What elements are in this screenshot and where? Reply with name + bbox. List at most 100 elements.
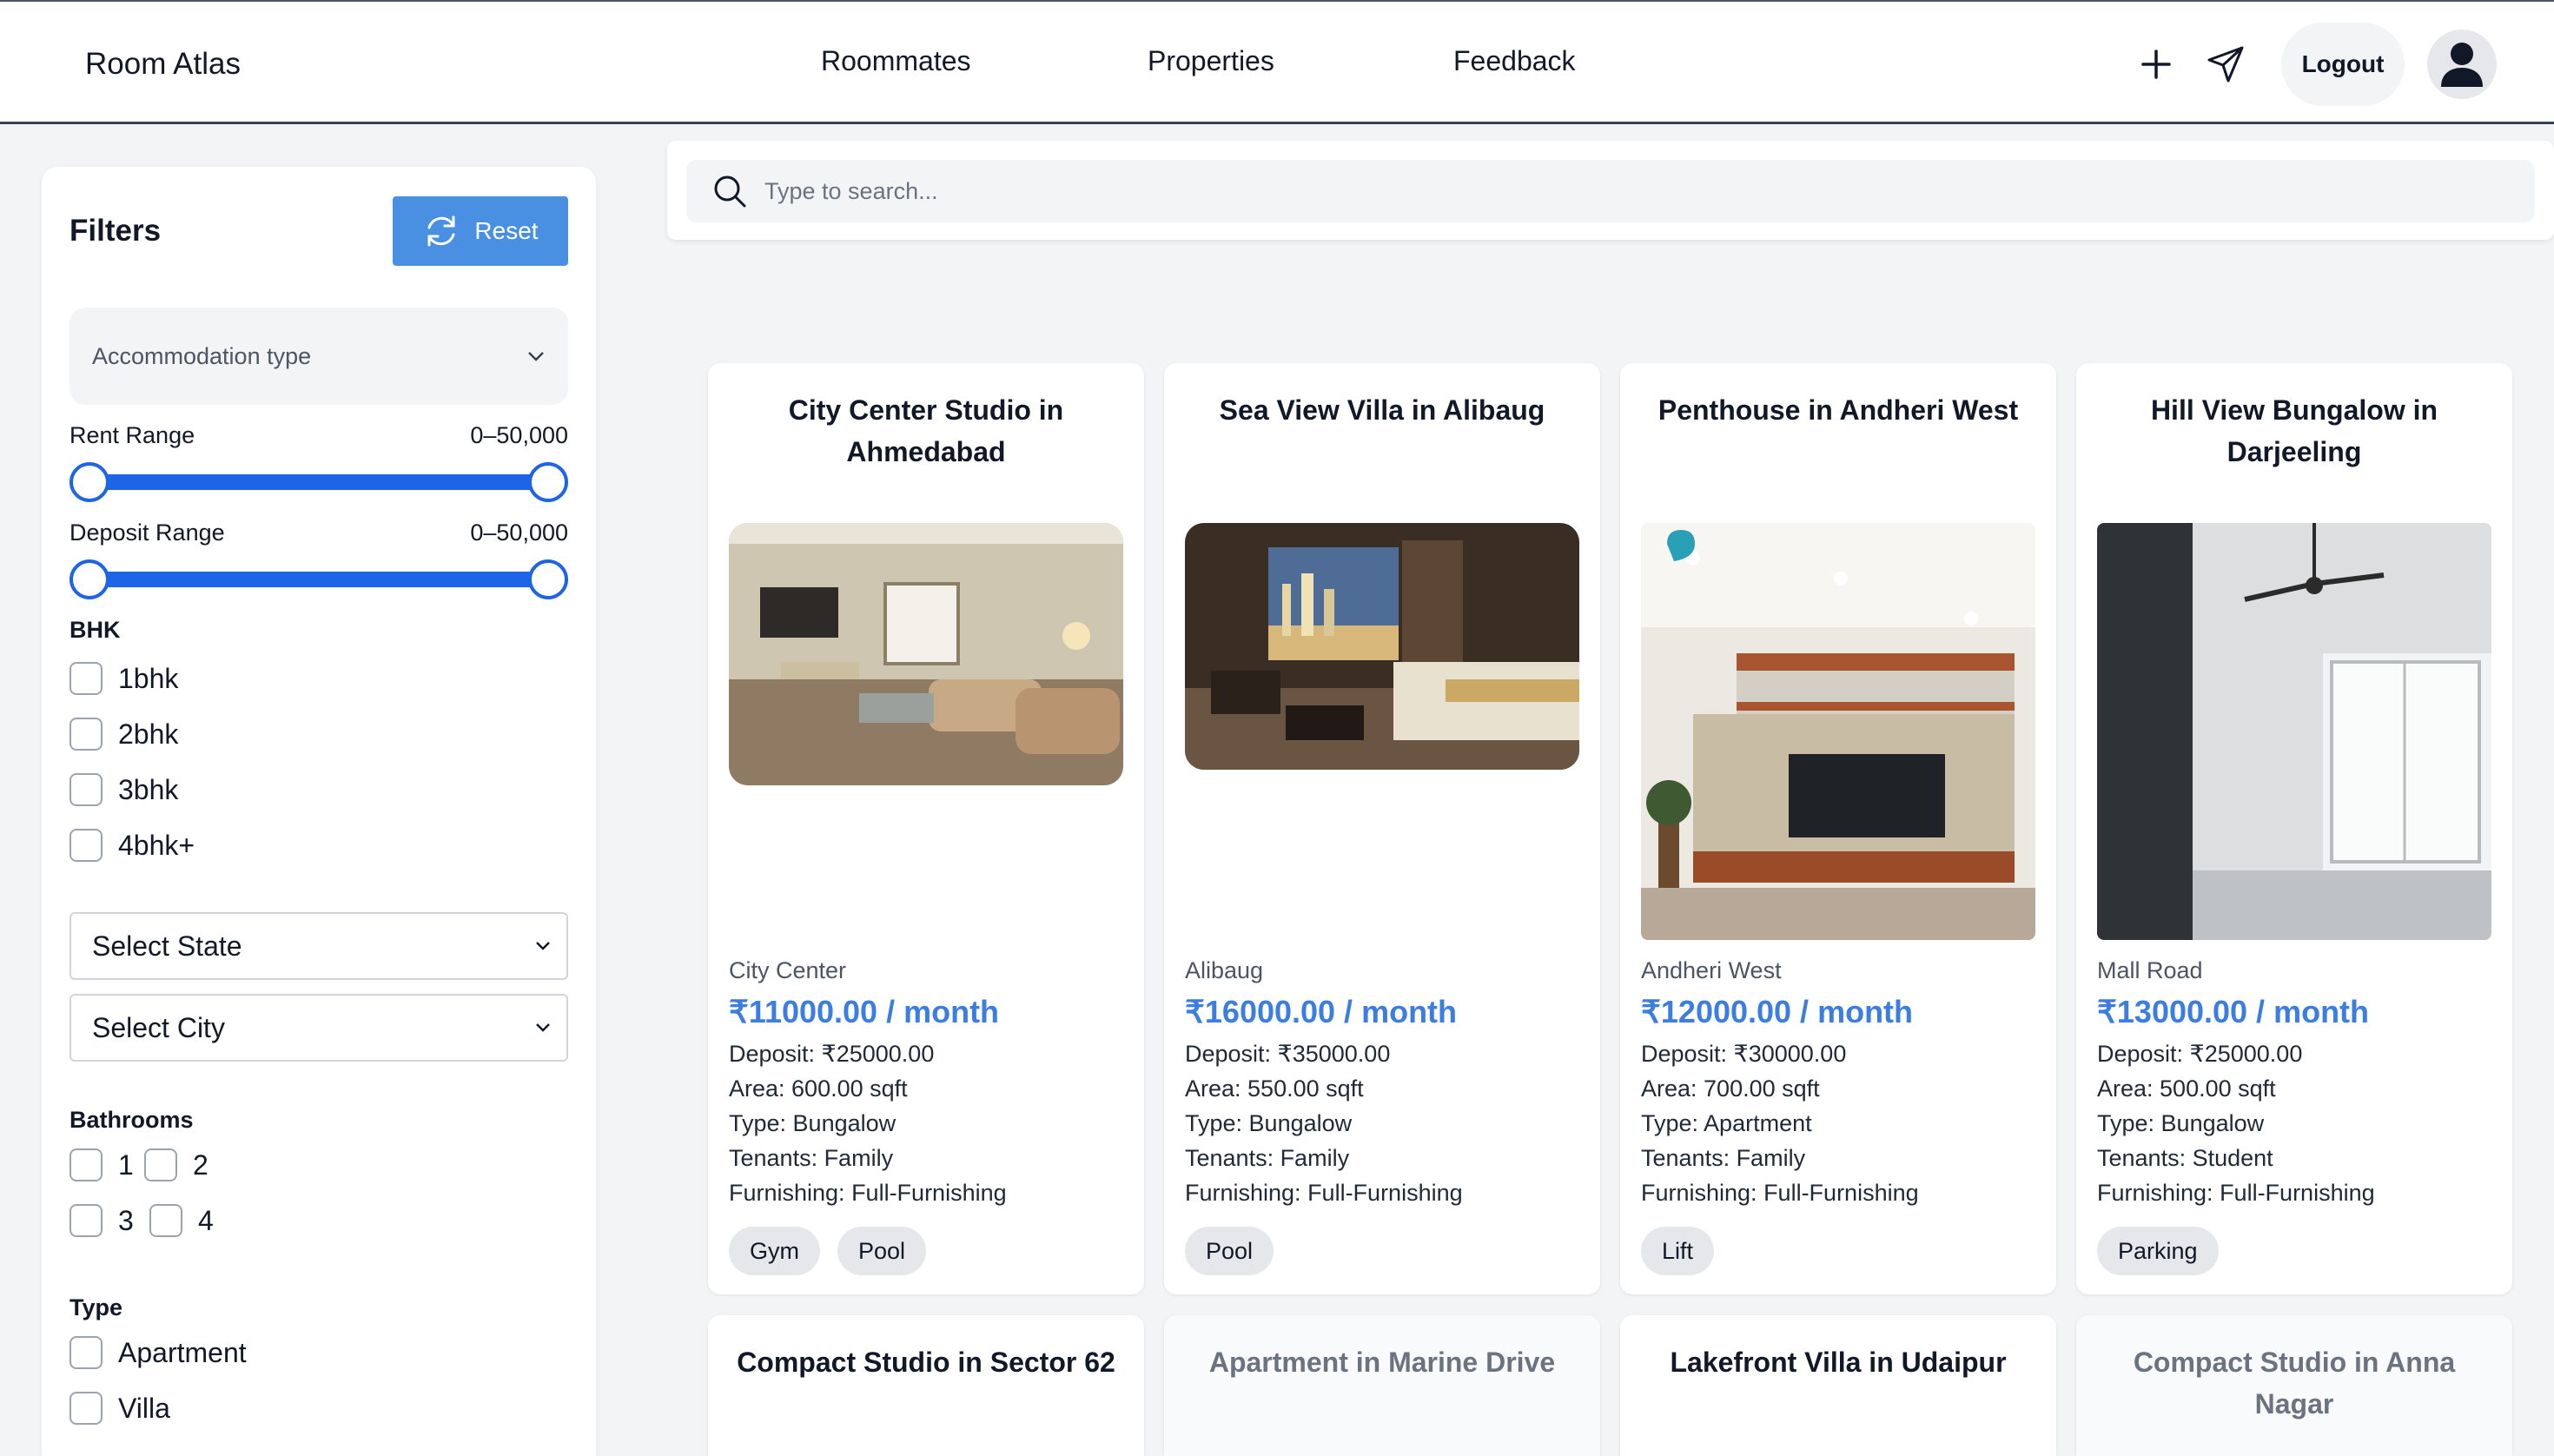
listing-card[interactable]: City Center Studio in Ahmedabad City Cen… xyxy=(708,363,1144,1294)
rent-range-value: 0–50,000 xyxy=(470,422,568,448)
listing-area: Area: 700.00 sqft xyxy=(1641,1075,1820,1102)
search-field[interactable] xyxy=(686,160,2535,222)
listing-furnishing: Furnishing: Full-Furnishing xyxy=(2097,1180,2375,1206)
listing-deposit: Deposit: ₹25000.00 xyxy=(2097,1041,2303,1067)
listing-card[interactable]: Hill View Bungalow in Darjeeling Mall Ro… xyxy=(2076,363,2512,1294)
user-avatar[interactable] xyxy=(2427,30,2497,99)
amenity-tags: Lift xyxy=(1641,1227,1715,1275)
search-input[interactable] xyxy=(764,177,2415,205)
nav-properties[interactable]: Properties xyxy=(1148,45,1274,77)
listing-furnishing: Furnishing: Full-Furnishing xyxy=(1185,1180,1463,1206)
deposit-range-label: Deposit Range xyxy=(69,520,225,546)
bhk-option-1[interactable]: 1bhk xyxy=(69,662,178,695)
deposit-min-thumb[interactable] xyxy=(69,559,109,599)
checkbox[interactable] xyxy=(69,662,103,695)
brand-logo[interactable]: Room Atlas xyxy=(85,47,241,82)
amenity-tag: Parking xyxy=(2097,1227,2219,1275)
bathroom-option-4[interactable]: 4 xyxy=(149,1204,214,1237)
top-navbar: Room Atlas Roommates Properties Feedback… xyxy=(0,0,2554,124)
bathroom-option-2[interactable]: 2 xyxy=(144,1148,208,1181)
deposit-range-value: 0–50,000 xyxy=(470,520,568,546)
checkbox[interactable] xyxy=(69,1204,103,1237)
bhk-option-2[interactable]: 2bhk xyxy=(69,718,178,751)
listing-location: Alibaug xyxy=(1185,957,1264,983)
rent-range-label: Rent Range xyxy=(69,422,195,448)
nav-feedback[interactable]: Feedback xyxy=(1453,45,1576,77)
checkbox[interactable] xyxy=(69,1336,103,1369)
reset-button[interactable]: Reset xyxy=(393,196,568,266)
listing-card[interactable]: Compact Studio in Sector 62 xyxy=(708,1315,1144,1456)
checkbox[interactable] xyxy=(69,829,103,862)
checkbox[interactable] xyxy=(149,1204,182,1237)
bathroom-option-1[interactable]: 1 xyxy=(69,1148,134,1181)
logout-button[interactable]: Logout xyxy=(2281,23,2405,106)
listing-price: ₹12000.00 / month xyxy=(1641,994,1914,1029)
listing-card[interactable]: Compact Studio in Anna Nagar xyxy=(2076,1315,2512,1456)
listing-area: Area: 550.00 sqft xyxy=(1185,1075,1364,1102)
listing-image-tv-unit[interactable] xyxy=(1641,523,2035,940)
search-icon xyxy=(714,175,746,208)
amenity-tag: Lift xyxy=(1641,1227,1715,1275)
listing-image-hotel-room[interactable] xyxy=(1185,523,1579,770)
listing-area: Area: 600.00 sqft xyxy=(729,1075,908,1102)
chevron-down-icon xyxy=(528,352,544,361)
rent-range-track[interactable] xyxy=(89,474,549,490)
listing-title: Penthouse in Andheri West xyxy=(1657,394,2019,426)
user-icon xyxy=(2441,43,2483,87)
accommodation-type-select[interactable]: Accommodation type xyxy=(69,308,568,405)
plus-icon[interactable] xyxy=(2132,40,2180,89)
search-bar xyxy=(667,141,2554,240)
accommodation-placeholder: Accommodation type xyxy=(92,342,312,369)
amenity-tag: Pool xyxy=(837,1227,927,1275)
listing-tenants: Tenants: Student xyxy=(2097,1145,2273,1171)
nav-roommates[interactable]: Roommates xyxy=(821,45,971,77)
listing-card[interactable]: Apartment in Marine Drive xyxy=(1164,1315,1600,1456)
checkbox[interactable] xyxy=(69,1392,103,1425)
listing-card[interactable]: Lakefront Villa in Udaipur xyxy=(1620,1315,2056,1456)
city-select[interactable]: Select City xyxy=(69,994,568,1062)
listing-card[interactable]: Penthouse in Andheri West Andheri West ₹… xyxy=(1620,363,2056,1294)
listing-deposit: Deposit: ₹30000.00 xyxy=(1641,1041,1847,1067)
type-option-apartment[interactable]: Apartment xyxy=(69,1336,247,1369)
checkbox[interactable] xyxy=(144,1148,177,1181)
type-title: Type xyxy=(69,1294,123,1320)
deposit-max-thumb[interactable] xyxy=(528,559,568,599)
listing-price: ₹13000.00 / month xyxy=(2097,994,2370,1029)
amenity-tags: Gym Pool xyxy=(729,1227,927,1275)
filters-title: Filters xyxy=(69,214,162,248)
listing-location: Mall Road xyxy=(2097,957,2203,983)
listing-price: ₹16000.00 / month xyxy=(1185,994,1458,1029)
bhk-option-4[interactable]: 4bhk+ xyxy=(69,829,195,862)
listing-furnishing: Furnishing: Full-Furnishing xyxy=(1641,1180,1919,1206)
listing-deposit: Deposit: ₹25000.00 xyxy=(729,1041,935,1067)
deposit-range-track[interactable] xyxy=(89,572,549,587)
listing-title: Apartment in Marine Drive xyxy=(1208,1347,1556,1378)
bathrooms-title: Bathrooms xyxy=(69,1107,194,1133)
bathroom-option-3[interactable]: 3 xyxy=(69,1204,134,1237)
listing-area: Area: 500.00 sqft xyxy=(2097,1075,2276,1102)
bhk-option-3[interactable]: 3bhk xyxy=(69,773,178,806)
listing-tenants: Tenants: Family xyxy=(1185,1145,1350,1171)
listing-price: ₹11000.00 / month xyxy=(729,994,1000,1029)
listing-card[interactable]: Sea View Villa in Alibaug Alibaug ₹16000… xyxy=(1164,363,1600,1294)
checkbox[interactable] xyxy=(69,718,103,751)
listing-type: Type: Apartment xyxy=(1641,1110,1812,1136)
listing-image-living-room[interactable] xyxy=(729,523,1123,785)
checkbox[interactable] xyxy=(69,1148,103,1181)
amenity-tags: Pool xyxy=(1185,1227,1274,1275)
listing-location: Andheri West xyxy=(1641,957,1782,983)
send-icon[interactable] xyxy=(2201,40,2250,89)
rent-max-thumb[interactable] xyxy=(528,462,568,502)
filters-sidebar: Filters Reset Accommodation type Rent Ra… xyxy=(42,167,596,1456)
rent-min-thumb[interactable] xyxy=(69,462,109,502)
bhk-title: BHK xyxy=(69,617,121,643)
type-option-villa[interactable]: Villa xyxy=(69,1392,170,1425)
checkbox[interactable] xyxy=(69,773,103,806)
state-select[interactable]: Select State xyxy=(69,912,568,980)
listing-image-empty-room[interactable] xyxy=(2097,523,2491,940)
listing-title: Hill View Bungalow in Darjeeling xyxy=(2150,394,2438,467)
reset-label: Reset xyxy=(474,217,539,244)
listing-title: Compact Studio in Sector 62 xyxy=(737,1347,1115,1378)
amenity-tags: Parking xyxy=(2097,1227,2219,1275)
listing-title: Sea View Villa in Alibaug xyxy=(1219,394,1545,426)
